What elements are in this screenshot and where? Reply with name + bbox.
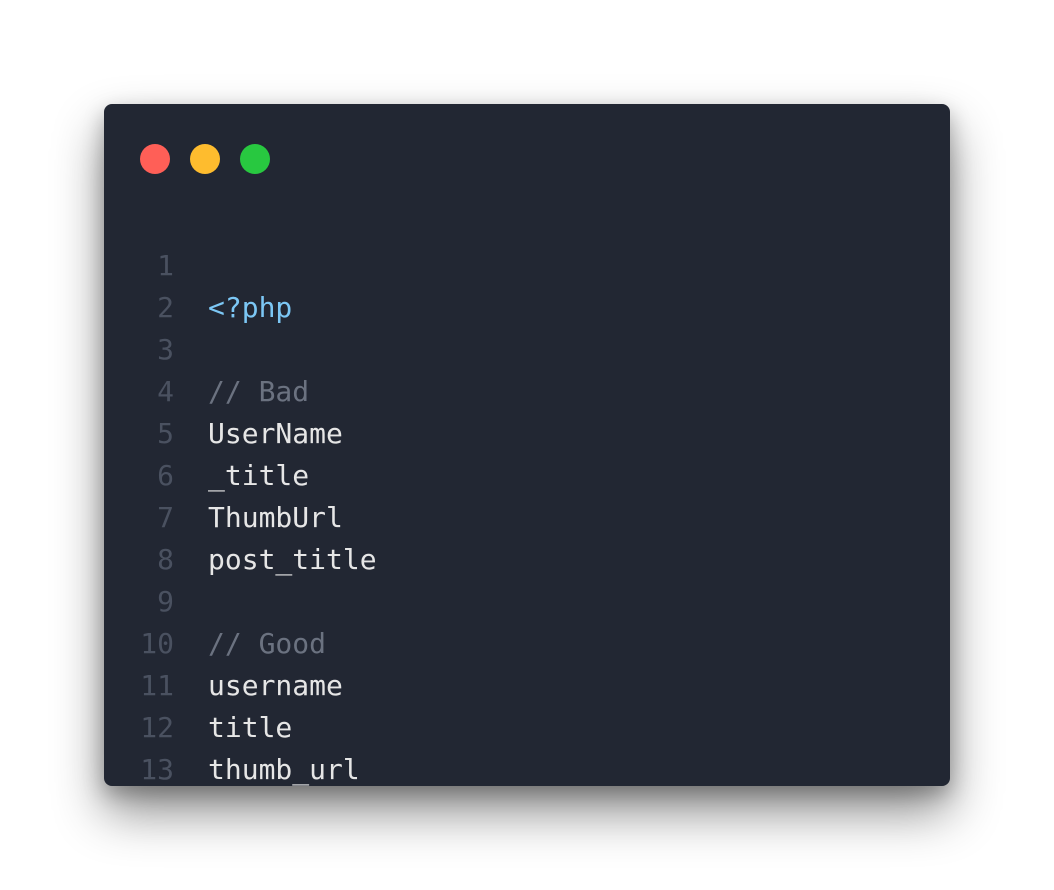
code-line: 5 _title	[104, 371, 950, 492]
code-line: 3 // Bad	[104, 287, 950, 408]
code-line: 8	[104, 497, 950, 576]
window-controls	[140, 144, 270, 174]
code-line: 13	[104, 707, 950, 786]
code-line: 2	[104, 245, 950, 324]
code-block: 1 <?php 2 3 // Bad 4 UserName 5 _title 6…	[104, 203, 950, 786]
code-window: 1 <?php 2 3 // Bad 4 UserName 5 _title 6…	[104, 104, 950, 786]
code-line: 12 thumb_url	[104, 665, 950, 786]
code-line: 6 ThumbUrl	[104, 413, 950, 534]
close-button[interactable]	[140, 144, 170, 174]
code-line: 1 <?php	[104, 203, 950, 324]
minimize-button[interactable]	[190, 144, 220, 174]
code-line: 7 post_title	[104, 455, 950, 576]
code-line: 9 // Good	[104, 539, 950, 660]
code-line: 10 username	[104, 581, 950, 702]
maximize-button[interactable]	[240, 144, 270, 174]
code-text: thumb_url	[208, 753, 360, 786]
line-number: 13	[140, 753, 174, 786]
code-line: 11 title	[104, 623, 950, 744]
code-line: 4 UserName	[104, 329, 950, 450]
